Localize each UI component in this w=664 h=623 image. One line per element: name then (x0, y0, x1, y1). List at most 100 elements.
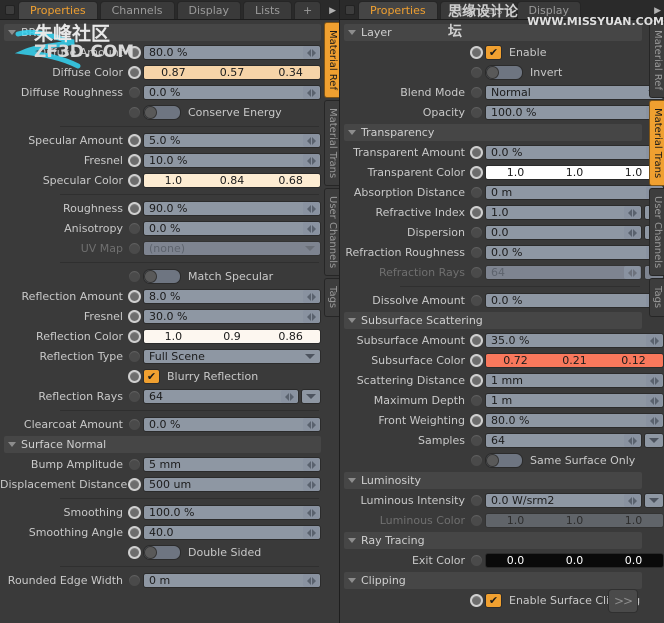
color-channel-g[interactable]: 1.0 (545, 166, 604, 179)
color-swatch-luminous-color[interactable]: 1.01.01.0 (485, 513, 664, 528)
spinner-arrows-icon[interactable] (303, 418, 319, 431)
checkbox-enable[interactable]: ✔ (485, 45, 502, 60)
animate-toggle-dot[interactable] (128, 134, 141, 147)
side-tab-material-trans-right[interactable]: Material Trans (649, 100, 664, 186)
animate-toggle-dot[interactable] (128, 370, 141, 383)
value-field-transparent-amount[interactable]: 0.0 % (485, 145, 664, 160)
spinner-arrows-icon[interactable] (303, 46, 319, 59)
section-header-surface-normal[interactable]: Surface Normal (4, 436, 321, 453)
value-field-reflection-amount[interactable]: 8.0 % (143, 289, 321, 304)
color-swatch-exit-color[interactable]: 0.00.00.0 (485, 553, 664, 568)
panel-menu-knob-right[interactable] (345, 5, 355, 15)
side-tab-user-channels[interactable]: User Channels (324, 188, 339, 276)
value-field-refractive-index[interactable]: 1.0 (485, 205, 642, 220)
value-field-smoothing[interactable]: 100.0 % (143, 505, 321, 520)
spinner-arrows-icon[interactable] (646, 394, 662, 407)
spinner-arrows-icon[interactable] (303, 478, 319, 491)
value-field-uv-map[interactable]: (none) (143, 241, 321, 256)
animate-toggle-dot[interactable] (470, 554, 483, 567)
spinner-arrows-icon[interactable] (646, 414, 662, 427)
color-channel-b[interactable]: 0.0 (604, 554, 663, 567)
spinner-arrows-icon[interactable] (303, 222, 319, 235)
side-tab-material-ref-right[interactable]: Material Ref (649, 22, 664, 98)
animate-toggle-dot[interactable] (128, 330, 141, 343)
tab-properties[interactable]: Properties (18, 1, 98, 19)
section-header-layer[interactable]: Layer (344, 24, 642, 41)
value-field-diffuse-amount[interactable]: 80.0 % (143, 45, 321, 60)
tab-channels-right[interactable]: Channels (440, 1, 515, 19)
value-field-clearcoat-amount[interactable]: 0.0 % (143, 417, 321, 432)
value-field-blend-mode[interactable]: Normal (485, 85, 664, 100)
spinner-arrows-icon[interactable] (646, 334, 662, 347)
animate-toggle-dot[interactable] (470, 514, 483, 527)
tab-channels[interactable]: Channels (100, 1, 175, 19)
color-channel-r[interactable]: 0.0 (486, 554, 545, 567)
section-header-brdf[interactable]: BRDF (4, 24, 321, 41)
section-header-ray-tracing[interactable]: Ray Tracing (344, 532, 642, 549)
value-field-samples[interactable]: 64 (485, 433, 642, 448)
animate-toggle-dot[interactable] (128, 290, 141, 303)
side-tab-tags-right[interactable]: Tags (649, 278, 664, 316)
animate-toggle-dot[interactable] (470, 266, 483, 279)
side-tab-material-trans[interactable]: Material Trans (324, 100, 339, 186)
animate-toggle-dot[interactable] (128, 242, 141, 255)
spinner-arrows-icon[interactable] (624, 494, 640, 507)
chevron-down-icon[interactable] (305, 246, 315, 251)
value-field-roughness[interactable]: 90.0 % (143, 201, 321, 216)
color-channel-g[interactable]: 0.21 (545, 354, 604, 367)
value-field-reflection-rays[interactable]: 64 (143, 389, 299, 404)
value-field-opacity[interactable]: 100.0 % (485, 105, 664, 120)
animate-toggle-dot[interactable] (128, 478, 141, 491)
color-channel-r[interactable]: 1.0 (486, 166, 545, 179)
value-field-reflection-type[interactable]: Full Scene (143, 349, 321, 364)
spinner-arrows-icon[interactable] (303, 290, 319, 303)
animate-toggle-dot[interactable] (470, 454, 483, 467)
section-header-luminosity[interactable]: Luminosity (344, 472, 642, 489)
animate-toggle-dot[interactable] (128, 418, 141, 431)
animate-toggle-dot[interactable] (470, 246, 483, 259)
tab-display-right[interactable]: Display (517, 1, 582, 19)
animate-toggle-dot[interactable] (470, 294, 483, 307)
panel-menu-knob[interactable] (5, 5, 15, 15)
section-header-subsurface-scattering[interactable]: Subsurface Scattering (344, 312, 642, 329)
value-field-rounded-edge-width[interactable]: 0 m (143, 573, 321, 588)
animate-toggle-dot[interactable] (128, 390, 141, 403)
toggle-double-sided[interactable] (143, 545, 181, 560)
color-channel-g[interactable]: 0.57 (203, 66, 262, 79)
animate-toggle-dot[interactable] (470, 594, 483, 607)
tab-properties-right[interactable]: Properties (358, 1, 438, 19)
toggle-match-specular[interactable] (143, 269, 181, 284)
side-tab-tags[interactable]: Tags (324, 278, 339, 316)
side-tab-material-ref[interactable]: Material Ref (324, 22, 339, 98)
spinner-arrows-icon[interactable] (303, 134, 319, 147)
dropdown-button-luminous-intensity[interactable] (644, 493, 664, 508)
animate-toggle-dot[interactable] (128, 222, 141, 235)
animate-toggle-dot[interactable] (128, 202, 141, 215)
animate-toggle-dot[interactable] (470, 354, 483, 367)
color-swatch-specular-color[interactable]: 1.00.840.68 (143, 173, 321, 188)
animate-toggle-dot[interactable] (128, 86, 141, 99)
checkbox-enable-surface-clipping[interactable]: ✔ (485, 593, 502, 608)
color-channel-r[interactable]: 0.72 (486, 354, 545, 367)
value-field-luminous-intensity[interactable]: 0.0 W/srm2 (485, 493, 642, 508)
color-channel-b[interactable]: 0.68 (261, 174, 320, 187)
color-channel-b[interactable]: 1.0 (604, 514, 663, 527)
color-channel-r[interactable]: 1.0 (144, 330, 203, 343)
animate-toggle-dot[interactable] (128, 154, 141, 167)
color-channel-b[interactable]: 0.12 (604, 354, 663, 367)
color-swatch-transparent-color[interactable]: 1.01.01.0 (485, 165, 664, 180)
animate-toggle-dot[interactable] (470, 106, 483, 119)
value-field-refraction-rays[interactable]: 64 (485, 265, 642, 280)
value-field-subsurface-amount[interactable]: 35.0 % (485, 333, 664, 348)
spinner-arrows-icon[interactable] (303, 506, 319, 519)
tab-lists[interactable]: Lists (243, 1, 292, 19)
animate-toggle-dot[interactable] (128, 526, 141, 539)
spinner-arrows-icon[interactable] (303, 202, 319, 215)
value-field-diffuse-roughness[interactable]: 0.0 % (143, 85, 321, 100)
animate-toggle-dot[interactable] (128, 506, 141, 519)
animate-toggle-dot[interactable] (470, 186, 483, 199)
dropdown-button-samples[interactable] (644, 433, 664, 448)
animate-toggle-dot[interactable] (470, 166, 483, 179)
animate-toggle-dot[interactable] (470, 394, 483, 407)
animate-toggle-dot[interactable] (128, 350, 141, 363)
